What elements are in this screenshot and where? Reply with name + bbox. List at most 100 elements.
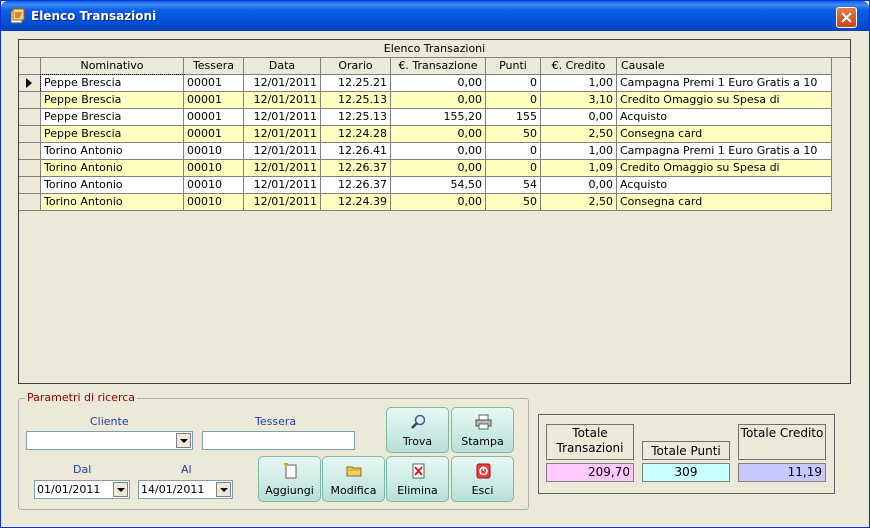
cell-punti[interactable]: 0	[486, 92, 541, 109]
column-header-tessera[interactable]: Tessera	[184, 58, 244, 75]
cell-credito[interactable]: 3,10	[541, 92, 617, 109]
cell-nominativo[interactable]: Peppe Brescia	[41, 92, 184, 109]
cell-orario[interactable]: 12.24.28	[321, 126, 391, 143]
cell-tessera[interactable]: 00010	[184, 143, 244, 160]
cell-credito[interactable]: 0,00	[541, 177, 617, 194]
column-header-causale[interactable]: Causale	[617, 58, 832, 75]
cell-data[interactable]: 12/01/2011	[244, 109, 321, 126]
cell-punti[interactable]: 155	[486, 109, 541, 126]
cell-orario[interactable]: 12.25.13	[321, 109, 391, 126]
cell-tessera[interactable]: 00001	[184, 75, 244, 92]
row-selector[interactable]	[19, 177, 41, 194]
row-selector[interactable]	[19, 194, 41, 211]
column-header-orario[interactable]: Orario	[321, 58, 391, 75]
cell-orario[interactable]: 12.26.37	[321, 160, 391, 177]
cell-punti[interactable]: 0	[486, 160, 541, 177]
table-row[interactable]: Peppe Brescia 00001 12/01/2011 12.25.13 155,…	[19, 109, 832, 126]
cell-data[interactable]: 12/01/2011	[244, 143, 321, 160]
cell-tessera[interactable]: 00010	[184, 194, 244, 211]
cell-tessera[interactable]: 00001	[184, 126, 244, 143]
cell-data[interactable]: 12/01/2011	[244, 194, 321, 211]
cell-orario[interactable]: 12.26.37	[321, 177, 391, 194]
elimina-button[interactable]: Elimina	[386, 456, 449, 502]
tessera-input[interactable]	[202, 431, 355, 450]
transactions-grid[interactable]: Elenco Transazioni Nominativo Tessera Da…	[18, 39, 851, 384]
cell-transazione[interactable]: 0,00	[391, 143, 486, 160]
cell-punti[interactable]: 50	[486, 126, 541, 143]
cell-transazione[interactable]: 54,50	[391, 177, 486, 194]
column-header-credito[interactable]: €. Credito	[541, 58, 617, 75]
cell-punti[interactable]: 0	[486, 75, 541, 92]
stampa-button[interactable]: Stampa	[451, 407, 514, 453]
cell-causale[interactable]: Campagna Premi 1 Euro Gratis a 10	[617, 143, 832, 160]
dal-date-picker[interactable]: 01/01/2011	[34, 480, 130, 499]
cell-data[interactable]: 12/01/2011	[244, 92, 321, 109]
cell-credito[interactable]: 1,00	[541, 75, 617, 92]
row-selector[interactable]	[19, 160, 41, 177]
cell-causale[interactable]: Acquisto	[617, 177, 832, 194]
cell-causale[interactable]: Credito Omaggio su Spesa di	[617, 160, 832, 177]
table-row[interactable]: Torino Antonio 00010 12/01/2011 12.26.37 54,…	[19, 177, 832, 194]
cell-nominativo[interactable]: Torino Antonio	[41, 177, 184, 194]
cell-orario[interactable]: 12.24.39	[321, 194, 391, 211]
cell-punti[interactable]: 0	[486, 143, 541, 160]
table-row[interactable]: Peppe Brescia 00001 12/01/2011 12.24.28 0,00…	[19, 126, 832, 143]
table-row[interactable]: Torino Antonio 00010 12/01/2011 12.26.37 0,0…	[19, 160, 832, 177]
cell-credito[interactable]: 0,00	[541, 109, 617, 126]
cell-credito[interactable]: 2,50	[541, 126, 617, 143]
cell-transazione[interactable]: 155,20	[391, 109, 486, 126]
column-header-data[interactable]: Data	[244, 58, 321, 75]
cell-tessera[interactable]: 00001	[184, 92, 244, 109]
table-row[interactable]: Torino Antonio 00010 12/01/2011 12.26.41 0,0…	[19, 143, 832, 160]
cell-causale[interactable]: Campagna Premi 1 Euro Gratis a 10	[617, 75, 832, 92]
cell-data[interactable]: 12/01/2011	[244, 126, 321, 143]
cell-tessera[interactable]: 00010	[184, 160, 244, 177]
al-date-picker[interactable]: 14/01/2011	[138, 480, 233, 499]
row-selector[interactable]	[19, 92, 41, 109]
cell-data[interactable]: 12/01/2011	[244, 75, 321, 92]
cell-tessera[interactable]: 00010	[184, 177, 244, 194]
chevron-down-icon[interactable]	[176, 433, 191, 448]
cell-nominativo[interactable]: Peppe Brescia	[40, 74, 185, 93]
row-selector[interactable]	[19, 109, 41, 126]
cell-nominativo[interactable]: Torino Antonio	[41, 194, 184, 211]
row-selector[interactable]	[19, 126, 41, 143]
table-row[interactable]: Peppe Brescia 00001 12/01/2011 12.25.13 0,00…	[19, 92, 832, 109]
cell-credito[interactable]: 1,00	[541, 143, 617, 160]
column-header-punti[interactable]: Punti	[486, 58, 541, 75]
table-row[interactable]: Peppe Brescia 00001 12/01/2011 12.25.21 0,00…	[19, 74, 832, 93]
close-button[interactable]	[836, 7, 857, 28]
cell-transazione[interactable]: 0,00	[391, 194, 486, 211]
chevron-down-icon[interactable]	[216, 482, 231, 497]
row-selector[interactable]	[19, 143, 41, 160]
cell-nominativo[interactable]: Torino Antonio	[41, 160, 184, 177]
cell-tessera[interactable]: 00001	[184, 109, 244, 126]
cell-causale[interactable]: Credito Omaggio su Spesa di	[617, 92, 832, 109]
cell-transazione[interactable]: 0,00	[391, 126, 486, 143]
cell-orario[interactable]: 12.25.21	[321, 75, 391, 92]
modifica-button[interactable]: Modifica	[322, 456, 385, 502]
cell-punti[interactable]: 50	[486, 194, 541, 211]
cell-transazione[interactable]: 0,00	[391, 92, 486, 109]
cell-credito[interactable]: 1,09	[541, 160, 617, 177]
cell-transazione[interactable]: 0,00	[391, 160, 486, 177]
aggiungi-button[interactable]: Aggiungi	[258, 456, 321, 502]
cell-punti[interactable]: 54	[486, 177, 541, 194]
cell-nominativo[interactable]: Torino Antonio	[41, 143, 184, 160]
column-header-nominativo[interactable]: Nominativo	[41, 58, 184, 75]
column-header-transazione[interactable]: €. Transazione	[391, 58, 486, 75]
esci-button[interactable]: Esci	[451, 456, 514, 502]
table-row[interactable]: Torino Antonio 00010 12/01/2011 12.24.39 0,0…	[19, 194, 832, 211]
chevron-down-icon[interactable]	[113, 482, 128, 497]
cell-transazione[interactable]: 0,00	[391, 75, 486, 92]
cell-causale[interactable]: Consegna card	[617, 194, 832, 211]
cell-orario[interactable]: 12.26.41	[321, 143, 391, 160]
cell-nominativo[interactable]: Peppe Brescia	[41, 109, 184, 126]
cell-data[interactable]: 12/01/2011	[244, 177, 321, 194]
cell-causale[interactable]: Acquisto	[617, 109, 832, 126]
cell-causale[interactable]: Consegna card	[617, 126, 832, 143]
trova-button[interactable]: Trova	[386, 407, 449, 453]
row-selector[interactable]	[19, 75, 41, 92]
title-bar[interactable]: Elenco Transazioni	[1, 1, 869, 31]
cliente-combobox[interactable]	[26, 431, 193, 450]
